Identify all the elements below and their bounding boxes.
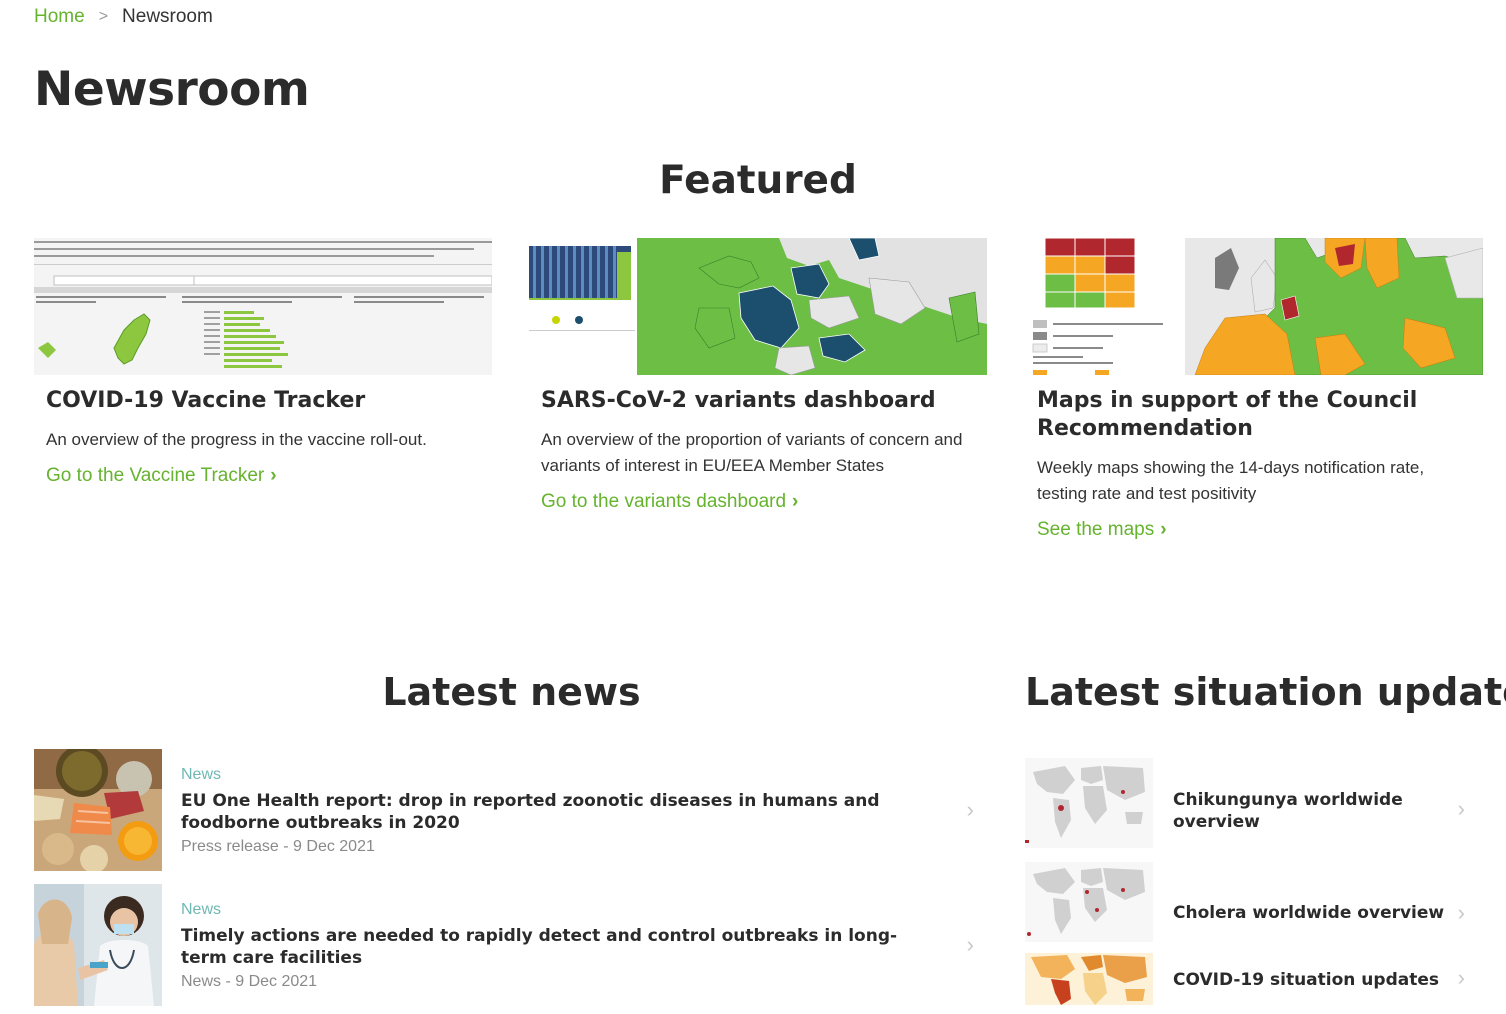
vaccine-tracker-thumbnail[interactable] [34,238,492,375]
council-maps-link[interactable]: See the maps › [1037,519,1167,541]
situation-title[interactable]: Cholera worldwide overview [1173,902,1453,924]
card-title[interactable]: Maps in support of the Council Recommend… [1037,387,1471,443]
news-category: News [181,901,222,918]
featured-card-variants-dashboard: SARS-CoV-2 variants dashboard An overvie… [529,238,987,513]
chevron-right-icon: › [792,491,799,512]
card-title[interactable]: COVID-19 Vaccine Tracker [46,387,480,415]
situation-title[interactable]: COVID-19 situation updates [1173,969,1453,991]
card-title[interactable]: SARS-CoV-2 variants dashboard [541,387,975,415]
latest-news-heading: Latest news [382,670,641,714]
card-link-label: Go to the variants dashboard [541,491,787,512]
situation-item-chikungunya[interactable]: Chikungunya worldwide overview › [1025,758,1485,858]
variants-dashboard-link[interactable]: Go to the variants dashboard › [541,491,798,513]
chevron-right-icon: › [1457,965,1465,990]
news-title[interactable]: Timely actions are needed to rapidly det… [181,925,921,969]
featured-card-council-maps: Maps in support of the Council Recommend… [1025,238,1483,541]
card-link-label: See the maps [1037,519,1155,540]
card-description: Weekly maps showing the 14-days notifica… [1037,458,1425,503]
featured-card-vaccine-tracker: COVID-19 Vaccine Tracker An overview of … [34,238,492,487]
care-facility-thumbnail [34,884,162,1006]
world-map-thumbnail [1025,862,1153,942]
situation-updates-heading: Latest situation updates [1025,670,1506,714]
breadcrumb-current: Newsroom [122,6,213,27]
chevron-right-icon: › [1457,796,1465,821]
world-map-thumbnail [1025,953,1153,1005]
food-thumbnail [34,749,162,871]
news-item[interactable]: News Timely actions are needed to rapidl… [34,884,979,1006]
chevron-right-icon: › [270,465,277,486]
card-description: An overview of the progress in the vacci… [46,430,427,449]
news-meta: News - 9 Dec 2021 [181,973,318,990]
situation-item-cholera[interactable]: Cholera worldwide overview › [1025,862,1485,944]
news-item[interactable]: News EU One Health report: drop in repor… [34,749,979,871]
card-link-label: Go to the Vaccine Tracker [46,465,265,486]
world-map-thumbnail [1025,758,1153,848]
featured-heading: Featured [659,158,857,203]
situation-title[interactable]: Chikungunya worldwide overview [1173,789,1453,833]
chevron-right-icon: › [1160,519,1167,540]
situation-item-covid19[interactable]: COVID-19 situation updates › [1025,953,1485,1005]
breadcrumb: Home > Newsroom [34,6,213,28]
news-category: News [181,766,222,783]
news-meta: Press release - 9 Dec 2021 [181,838,375,855]
breadcrumb-separator: > [98,8,109,25]
variants-dashboard-thumbnail[interactable] [529,238,987,375]
card-description: An overview of the proportion of variant… [541,430,963,475]
breadcrumb-home-link[interactable]: Home [34,6,85,28]
chevron-right-icon: › [966,932,974,957]
news-title[interactable]: EU One Health report: drop in reported z… [181,790,921,834]
chevron-right-icon: › [1457,900,1465,925]
council-maps-thumbnail[interactable] [1025,238,1483,375]
page-title: Newsroom [34,62,310,117]
chevron-right-icon: › [966,797,974,822]
vaccine-tracker-link[interactable]: Go to the Vaccine Tracker › [46,465,277,487]
